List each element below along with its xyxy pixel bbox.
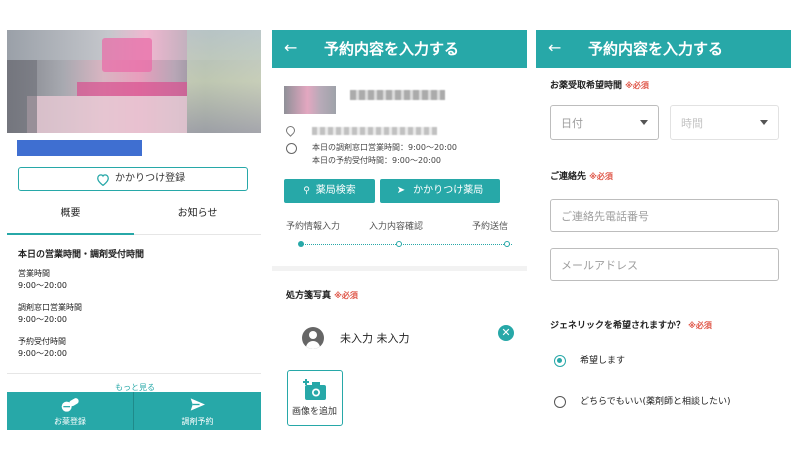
bottom-nav: お薬登録 調剤予約 [7, 392, 261, 430]
step-1-label: 予約情報入力 [286, 222, 341, 232]
pharmacy-search-label: 薬局検索 [315, 185, 356, 196]
favorite-register-button[interactable]: かかりつけ登録 [18, 167, 248, 191]
contact-label-text: ご連絡先 [550, 172, 587, 182]
required-badge: ※必須 [688, 321, 712, 330]
favorite-pharmacy-label: かかりつけ薬局 [413, 185, 484, 196]
page-title: 予約内容を入力する [324, 40, 460, 58]
generic-option-either-label: どちらでもいい(薬剤師と相談したい) [580, 397, 731, 407]
pharmacy-name-bar [17, 140, 142, 156]
required-badge: ※必須 [625, 81, 649, 90]
hours-label-1: 営業時間 [18, 269, 50, 278]
prescription-label: 処方箋写真 ※必須 [286, 290, 358, 302]
app-bar: ← 予約内容を入力する [272, 30, 527, 68]
pharmacy-thumbnail [284, 86, 336, 114]
phone-placeholder: ご連絡先電話番号 [561, 210, 649, 223]
date-placeholder: 日付 [561, 117, 583, 130]
step-track [302, 244, 512, 245]
generic-option-either[interactable]: どちらでもいい(薬剤師と相談したい) [554, 395, 784, 411]
info-line-2: 本日の予約受付時間：9:00〜20:00 [312, 156, 442, 165]
tab-news-label: お知らせ [177, 208, 218, 219]
patient-name: 未入力 未入力 [340, 332, 410, 345]
app-bar: ← 予約内容を入力する [536, 30, 791, 68]
chevron-down-icon [640, 120, 648, 125]
location-icon [284, 124, 297, 137]
pills-icon [61, 398, 79, 412]
step-3-label: 予約送信 [472, 222, 509, 232]
pickup-time-label-text: お薬受取希望時間 [550, 81, 623, 91]
tab-news[interactable]: お知らせ [134, 208, 261, 230]
pharmacy-detail-screen: かかりつけ登録 概要 お知らせ 本日の営業時間・調剤受付時間 営業時間 9:00… [7, 30, 261, 430]
person-icon [302, 327, 324, 349]
radio-unselected-icon [554, 396, 566, 408]
step-1-dot [298, 241, 304, 247]
back-arrow-icon[interactable]: ← [284, 38, 297, 58]
email-input[interactable]: メールアドレス [550, 248, 779, 281]
radio-selected-icon [554, 355, 566, 367]
clock-icon [286, 143, 297, 154]
hours-label-2: 調剤窓口営業時間 [18, 303, 82, 312]
tab-overview-label: 概要 [60, 208, 81, 219]
tab-indicator [7, 233, 134, 235]
favorite-register-label: かかりつけ登録 [115, 173, 186, 184]
send-icon [190, 398, 205, 411]
reservation-screen-2: ← 予約内容を入力する お薬受取希望時間 ※必須 日付 時間 ご連絡先 ※必須 … [536, 30, 791, 430]
generic-option-yes[interactable]: 希望します [554, 354, 774, 370]
email-placeholder: メールアドレス [561, 259, 638, 272]
required-badge: ※必須 [589, 172, 613, 181]
hours-value-2: 9:00〜20:00 [18, 315, 68, 324]
nav-reservation-label: 調剤予約 [181, 417, 214, 426]
time-placeholder: 時間 [681, 117, 703, 130]
send-icon: ➤ [396, 185, 406, 196]
back-arrow-icon[interactable]: ← [548, 38, 561, 58]
add-image-button[interactable]: 画像を追加 [287, 370, 343, 426]
hours-heading: 本日の営業時間・調剤受付時間 [18, 250, 145, 260]
contact-label: ご連絡先 ※必須 [550, 171, 613, 183]
prescription-label-text: 処方箋写真 [286, 291, 332, 301]
phone-input[interactable]: ご連絡先電話番号 [550, 199, 779, 232]
pharmacy-search-button[interactable]: ⚲ 薬局検索 [284, 179, 375, 203]
favorite-pharmacy-button[interactable]: ➤ かかりつけ薬局 [380, 179, 500, 203]
time-select[interactable]: 時間 [670, 105, 779, 140]
search-icon: ⚲ [303, 186, 310, 196]
info-line-1: 本日の調剤窓口営業時間：9:00〜20:00 [312, 143, 458, 152]
pharmacy-photo [7, 30, 261, 133]
nav-reservation[interactable]: 調剤予約 [134, 392, 261, 430]
generic-question-text: ジェネリックを希望されますか？ [550, 321, 686, 331]
chevron-down-icon [760, 120, 768, 125]
pickup-time-label: お薬受取希望時間 ※必須 [550, 80, 649, 92]
step-2-dot [396, 241, 402, 247]
page-title: 予約内容を入力する [588, 40, 724, 58]
date-select[interactable]: 日付 [550, 105, 659, 140]
nav-medicine-register[interactable]: お薬登録 [7, 392, 133, 430]
reservation-screen-1: ← 予約内容を入力する 本日の調剤窓口営業時間：9:00〜20:00 本日の予約… [272, 30, 527, 430]
hours-value-1: 9:00〜20:00 [18, 281, 68, 290]
heart-icon [97, 174, 109, 186]
step-progress: 予約情報入力 入力内容確認 予約送信 [272, 220, 527, 260]
step-2-label: 入力内容確認 [369, 222, 424, 232]
add-photo-icon [303, 379, 326, 400]
generic-question: ジェネリックを希望されますか？ ※必須 [550, 320, 712, 332]
hours-value-3: 9:00〜20:00 [18, 349, 68, 358]
nav-medicine-register-label: お薬登録 [54, 417, 86, 426]
address-blurred [312, 127, 437, 135]
generic-option-yes-label: 希望します [580, 356, 626, 366]
pharmacy-name-blurred [350, 90, 445, 100]
tab-overview[interactable]: 概要 [7, 208, 134, 230]
add-image-label: 画像を追加 [291, 407, 337, 417]
hours-label-3: 予約受付時間 [18, 337, 66, 346]
step-3-dot [504, 241, 510, 247]
required-badge: ※必須 [334, 291, 358, 300]
remove-icon[interactable]: ✕ [498, 325, 514, 341]
